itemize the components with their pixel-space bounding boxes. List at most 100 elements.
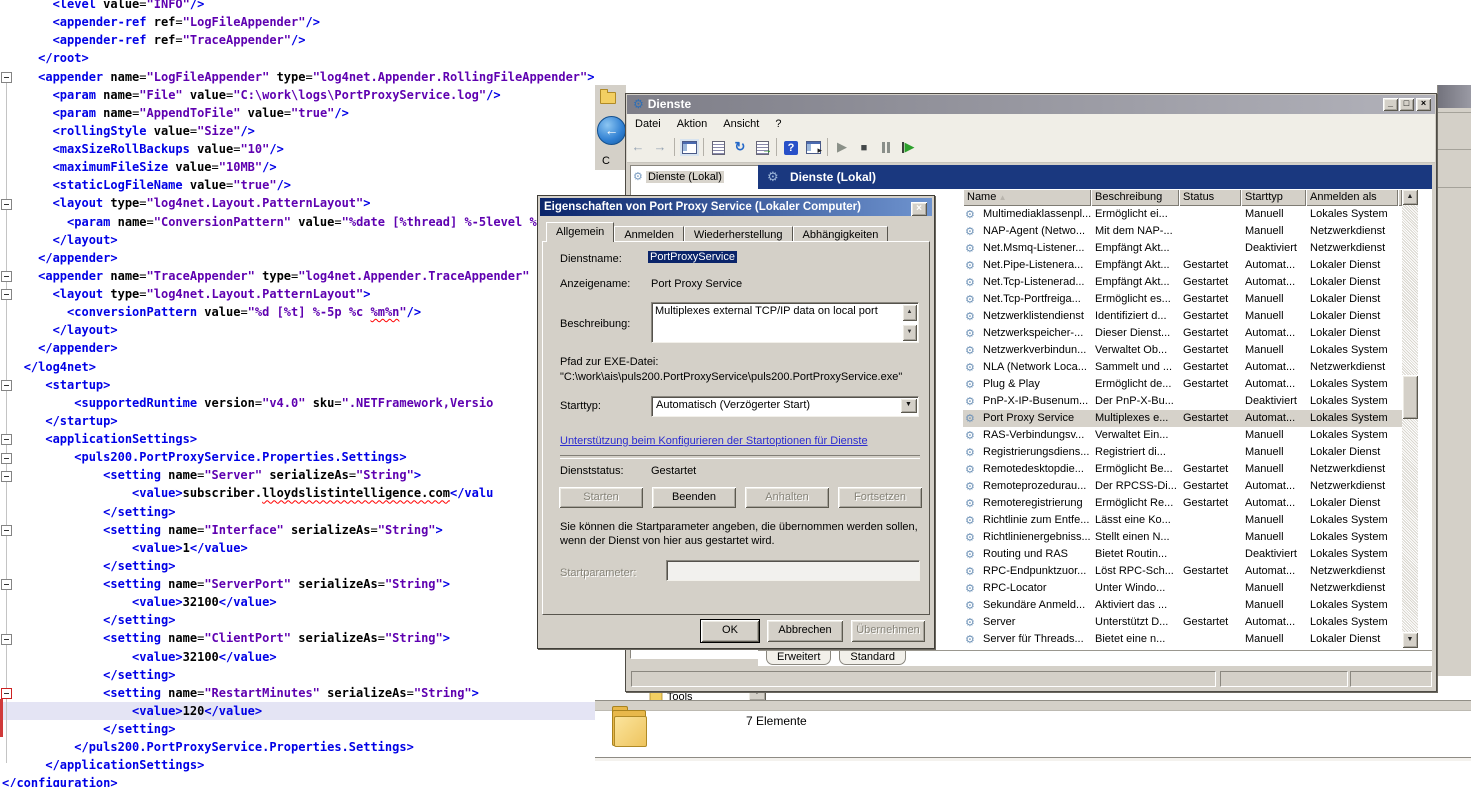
menu-item-aktion[interactable]: Aktion <box>669 114 716 134</box>
minimize-button[interactable]: _ <box>1383 98 1398 111</box>
fold-toggle-icon[interactable] <box>1 688 12 699</box>
service-row[interactable]: ⚙RPC-Endpunktzuor...Löst RPC-Sch...Gesta… <box>963 563 1402 580</box>
scroll-up-icon[interactable]: ▲ <box>1402 189 1418 205</box>
restart-service-icon[interactable]: ▶ <box>898 137 918 157</box>
starttyp-combobox[interactable]: Automatisch (Verzögerter Start) ▼ <box>651 396 919 417</box>
properties-icon[interactable] <box>708 137 728 157</box>
fold-toggle-icon[interactable] <box>1 380 12 391</box>
anhalten-button: Anhalten <box>745 487 829 508</box>
cell-status <box>1179 206 1241 223</box>
beenden-button[interactable]: Beenden <box>652 487 736 508</box>
scroll-down-icon[interactable]: ▼ <box>1402 632 1418 648</box>
service-row[interactable]: ⚙Netzwerkspeicher-...Dieser Dienst...Ges… <box>963 325 1402 342</box>
refresh-icon[interactable]: ↻ <box>730 137 750 157</box>
column-header-starttyp[interactable]: Starttyp <box>1241 189 1306 206</box>
column-header-anmeldenals[interactable]: Anmelden als <box>1306 189 1398 206</box>
cell-status <box>1179 240 1241 257</box>
startoptions-help-link[interactable]: Unterstützung beim Konfigurieren der Sta… <box>560 435 868 447</box>
code-line: <setting name="RestartMinutes" serialize… <box>2 684 594 702</box>
menu-item-?[interactable]: ? <box>767 114 789 134</box>
ok-button[interactable]: OK <box>701 620 759 642</box>
service-row[interactable]: ⚙Net.Msmq-Listener...Empfängt Akt...Deak… <box>963 240 1402 257</box>
scroll-down-icon[interactable]: ▼ <box>902 324 917 341</box>
service-row[interactable]: ⚙Plug & PlayErmöglicht de...GestartetAut… <box>963 376 1402 393</box>
service-row[interactable]: ⚙Remoteprozedurau...Der RPCSS-Di...Gesta… <box>963 478 1402 495</box>
scrollbar-thumb[interactable] <box>1402 375 1418 419</box>
service-row[interactable]: ⚙Richtlinienergebniss...Stellt einen N..… <box>963 529 1402 546</box>
view-tab-erweitert[interactable]: Erweitert <box>766 651 831 665</box>
toolbar-separator <box>827 138 828 156</box>
tree-item-dienste-lokal[interactable]: ⚙ Dienste (Lokal) <box>631 166 759 187</box>
service-row[interactable]: ⚙Registrierungsdiens...Registriert di...… <box>963 444 1402 461</box>
cell-starttyp: Manuell <box>1241 580 1306 597</box>
service-row[interactable]: ⚙RPC-LocatorUnter Windo...ManuellNetzwer… <box>963 580 1402 597</box>
service-row[interactable]: ⚙NAP-Agent (Netwo...Mit dem NAP-...Manue… <box>963 223 1402 240</box>
fold-toggle-icon[interactable] <box>1 289 12 300</box>
fold-toggle-icon[interactable] <box>1 525 12 536</box>
fold-toggle-icon[interactable] <box>1 72 12 83</box>
view-tab-standard[interactable]: Standard <box>839 651 906 665</box>
close-icon[interactable]: × <box>911 202 927 216</box>
service-row[interactable]: ⚙ServerUnterstützt D...GestartetAutomat.… <box>963 614 1402 631</box>
stop-service-icon[interactable]: ■ <box>854 137 874 157</box>
service-row[interactable]: ⚙Server für Threads...Bietet eine n...Ma… <box>963 631 1402 648</box>
service-row[interactable]: ⚙Port Proxy ServiceMultiplexes e...Gesta… <box>963 410 1402 427</box>
cell-starttyp: Automat... <box>1241 359 1306 376</box>
menu-item-ansicht[interactable]: Ansicht <box>715 114 767 134</box>
cell-anmeldenals: Lokaler Dienst <box>1306 274 1398 291</box>
column-header-beschreibung[interactable]: Beschreibung <box>1091 189 1179 206</box>
fold-toggle-icon[interactable] <box>1 453 12 464</box>
startparameter-input[interactable] <box>666 560 920 581</box>
start-service-icon[interactable]: ▶ <box>832 137 852 157</box>
code-line: </appender> <box>2 249 594 267</box>
pause-service-icon[interactable] <box>876 137 896 157</box>
cell-status <box>1179 580 1241 597</box>
close-button[interactable]: × <box>1416 98 1431 111</box>
service-row[interactable]: ⚙PnP-X-IP-Busenum...Der PnP-X-Bu...Deakt… <box>963 393 1402 410</box>
fold-toggle-icon[interactable] <box>1 634 12 645</box>
back-icon[interactable]: ← <box>628 137 648 157</box>
beschreibung-field[interactable]: Multiplexes external TCP/IP data on loca… <box>651 302 919 343</box>
fold-toggle-icon[interactable] <box>1 579 12 590</box>
dienstname-value[interactable]: PortProxyService <box>648 251 737 263</box>
abbrechen-button[interactable]: Abbrechen <box>767 620 843 642</box>
service-row[interactable]: ⚙Multimediaklassenpl...Ermöglicht ei...M… <box>963 206 1402 223</box>
cell-status: Gestartet <box>1179 359 1241 376</box>
service-row[interactable]: ⚙Net.Tcp-Listenerad...Empfängt Akt...Ges… <box>963 274 1402 291</box>
service-row[interactable]: ⚙NLA (Network Loca...Sammelt und ...Gest… <box>963 359 1402 376</box>
vertical-scrollbar[interactable]: ▲ ▼ <box>1402 189 1418 648</box>
service-row[interactable]: ⚙Richtlinie zum Entfe...Lässt eine Ko...… <box>963 512 1402 529</box>
column-header-status[interactable]: Status <box>1179 189 1241 206</box>
cell-name: Sekundäre Anmeld... <box>979 597 1091 614</box>
maximize-button[interactable]: □ <box>1399 98 1414 111</box>
dialog-tab-allgemein[interactable]: Allgemein <box>546 222 614 242</box>
column-header-name[interactable]: Name ▲ <box>963 189 1091 206</box>
scroll-up-icon[interactable]: ▲ <box>902 304 917 321</box>
service-row[interactable]: ⚙RAS-Verbindungsv...Verwaltet Ein...Manu… <box>963 427 1402 444</box>
fold-toggle-icon[interactable] <box>1 199 12 210</box>
anzeigename-value: Port Proxy Service <box>651 278 742 290</box>
forward-icon[interactable]: → <box>650 137 670 157</box>
service-row[interactable]: ⚙NetzwerklistendienstIdentifiziert d...G… <box>963 308 1402 325</box>
fold-toggle-icon[interactable] <box>1 471 12 482</box>
service-row[interactable]: ⚙RemoteregistrierungErmöglicht Re...Gest… <box>963 495 1402 512</box>
back-icon[interactable]: ← <box>597 116 626 145</box>
service-row[interactable]: ⚙Net.Tcp-Portfreiga...Ermöglicht es...Ge… <box>963 291 1402 308</box>
fold-toggle-icon[interactable] <box>1 271 12 282</box>
service-row[interactable]: ⚙Net.Pipe-Listenera...Empfängt Akt...Ges… <box>963 257 1402 274</box>
service-row[interactable]: ⚙Sekundäre Anmeld...Aktiviert das ...Man… <box>963 597 1402 614</box>
code-line: <conversionPattern value="%d [%t] %-5p %… <box>2 303 594 321</box>
help-icon[interactable]: ? <box>781 137 801 157</box>
fold-toggle-icon[interactable] <box>1 434 12 445</box>
service-row[interactable]: ⚙Routing und RASBietet Routin...Deaktivi… <box>963 546 1402 563</box>
service-row[interactable]: ⚙Remotedesktopdie...Ermöglicht Be...Gest… <box>963 461 1402 478</box>
service-gear-icon: ⚙ <box>963 308 979 325</box>
menu-item-datei[interactable]: Datei <box>627 114 669 134</box>
code-line: <appender name="LogFileAppender" type="l… <box>2 68 594 86</box>
service-row[interactable]: ⚙Netzwerkverbindun...Verwaltet Ob...Gest… <box>963 342 1402 359</box>
export-list-icon[interactable]: → <box>752 137 772 157</box>
service-gear-icon: ⚙ <box>963 206 979 223</box>
extended-view-icon[interactable]: ▸ <box>803 137 823 157</box>
show-console-tree-icon[interactable] <box>679 137 699 157</box>
service-gear-icon: ⚙ <box>963 580 979 597</box>
